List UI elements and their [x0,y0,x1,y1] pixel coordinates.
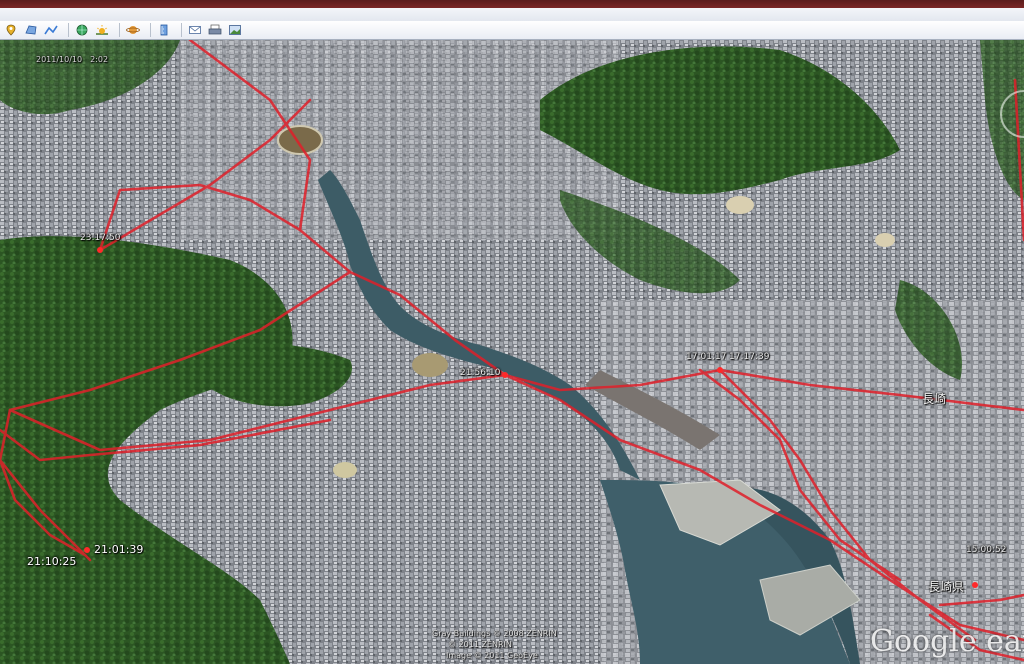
print-icon [208,24,222,35]
toolbar-separator [181,23,182,37]
polygon-icon [25,25,37,35]
save-image-button[interactable] [226,22,244,38]
toolbar-separator [119,23,120,37]
toolbar-group-add [2,22,62,38]
track-timestamp[interactable]: 17:01:17 [686,352,726,362]
add-polygon-button[interactable] [22,22,40,38]
date-readout: 2011/10/10 2:02 [36,55,109,64]
toolbar-group-view [73,22,113,38]
track-timestamp[interactable]: 17:17:39 [729,352,769,362]
track-timestamp[interactable]: 15:00:52 [966,545,1006,555]
path-icon [44,25,58,35]
menu-bar-strip [0,8,1024,22]
track-timestamp[interactable]: 21:56:10 [460,368,500,378]
email-icon [189,26,201,34]
add-path-button[interactable] [42,22,60,38]
toolbar-group-ruler [155,22,175,38]
google-earth-logo: Google ear [870,624,1024,659]
ruler-button[interactable] [155,22,173,38]
historical-imagery-button[interactable] [73,22,91,38]
map-view[interactable]: 2011/10/10 2:02 23:17:50 21:56:10 17:01:… [0,40,1024,664]
switch-planet-button[interactable] [124,22,142,38]
track-timestamp[interactable]: 23:17:50 [80,233,120,243]
copyright-imagery: Image © 2011 GeoEye [446,651,538,660]
globe-icon [76,24,88,36]
window-title-bar [0,0,1024,8]
ruler-icon [160,24,168,36]
satellite-imagery[interactable] [0,40,1024,664]
track-timestamp[interactable]: 21:01:39 [94,543,143,556]
planet-icon [126,26,140,34]
save-image-icon [229,25,241,35]
toolbar-group-share [186,22,246,38]
sunlight-button[interactable] [93,22,111,38]
pin-icon [6,24,16,36]
toolbar-separator [68,23,69,37]
toolbar [0,21,1024,40]
toolbar-separator [150,23,151,37]
add-placemark-button[interactable] [2,22,20,38]
copyright-zenrin: © 2011 ZENRIN [448,640,512,649]
toolbar-group-sky [124,22,144,38]
print-button[interactable] [206,22,224,38]
place-label-nagasaki[interactable]: 長崎 [922,390,946,407]
sun-icon [96,25,108,35]
track-timestamp[interactable]: 21:10:25 [27,555,76,568]
place-label-nagasaki-prefecture[interactable]: 長崎県 [928,578,964,595]
copyright-buildings: Gray Buildings © 2008 ZENRIN [432,629,557,638]
email-button[interactable] [186,22,204,38]
